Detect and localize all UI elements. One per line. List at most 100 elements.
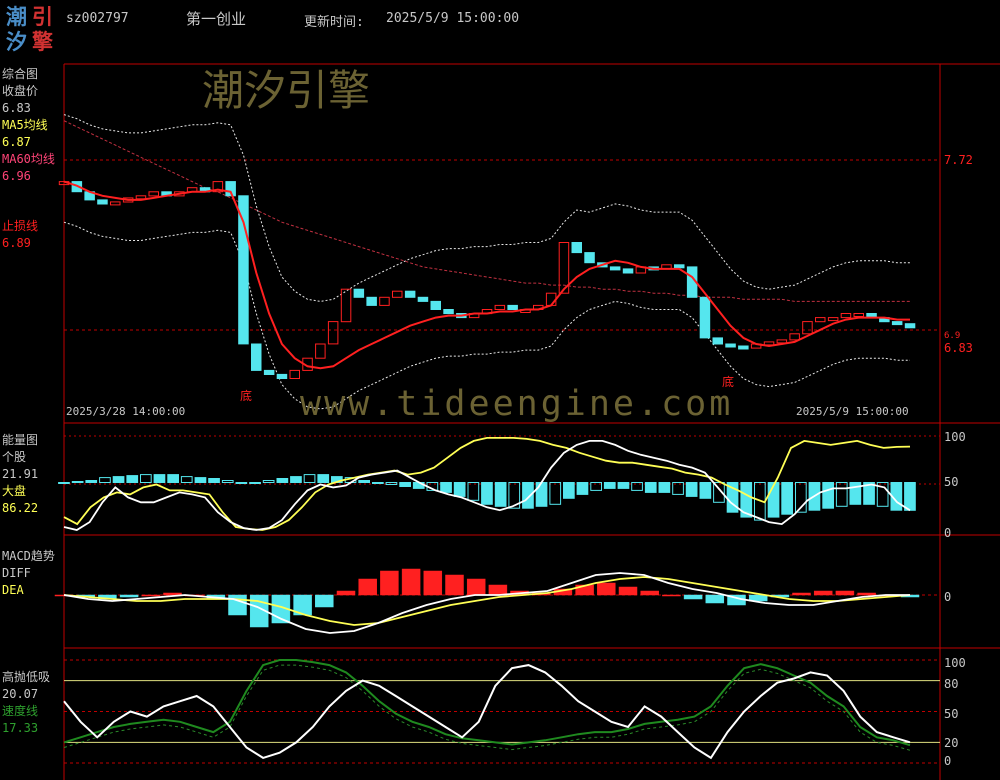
energy-bar <box>180 476 193 484</box>
energy-bar <box>467 482 480 501</box>
diff-label: DIFF <box>2 566 31 580</box>
market-energy-label: 大盘 <box>2 484 27 498</box>
macd-bar <box>813 590 833 596</box>
bottom-mark-1: 底 <box>240 389 253 403</box>
price-candle <box>891 321 903 326</box>
stop-label: 止损线 <box>2 219 39 233</box>
macd-bar <box>119 594 139 598</box>
price-candle <box>353 288 365 298</box>
speed-label: 速度线 <box>2 704 39 718</box>
price-candle <box>507 304 518 310</box>
p4-tick-50: 50 <box>944 707 959 721</box>
energy-bar <box>563 482 575 499</box>
speed-dashed-line <box>63 664 911 751</box>
energy-bar <box>317 474 330 484</box>
price-candle <box>789 333 800 341</box>
price-candle <box>417 296 429 302</box>
price-candle <box>315 343 326 359</box>
price-candle <box>622 268 634 274</box>
diff-line <box>63 572 910 634</box>
energy-bar <box>399 482 411 487</box>
dea-label: DEA <box>2 583 24 597</box>
panel2-title: 能量图 <box>2 433 39 447</box>
energy-bar <box>262 480 275 483</box>
energy-bar <box>535 482 548 507</box>
ma5-label: MA5均线 <box>2 118 48 132</box>
price-candle <box>738 345 749 350</box>
price-candle <box>853 313 864 317</box>
price-candle <box>609 266 621 271</box>
macd-bar <box>445 574 464 596</box>
macd-bar <box>423 570 443 596</box>
p4-tick-80: 80 <box>944 677 959 691</box>
price-candle <box>110 201 121 206</box>
p4-tick-20: 20 <box>944 736 959 750</box>
brand-watermark: 潮汐引擎 <box>202 66 371 115</box>
price-candle <box>340 288 352 323</box>
energy-bar <box>140 474 152 484</box>
price-candle <box>827 317 839 322</box>
stock-energy-label: 个股 <box>2 450 27 464</box>
price-candle <box>763 341 775 346</box>
energy-bar <box>303 474 316 484</box>
macd-bar <box>857 592 876 596</box>
price-candle <box>276 373 288 379</box>
stock-energy-value: 21.91 <box>2 467 39 481</box>
macd-bar <box>640 590 659 596</box>
price-candle <box>584 252 595 264</box>
macd-bar <box>662 594 681 597</box>
energy-bar <box>440 482 452 493</box>
close-label: 收盘价 <box>2 84 39 98</box>
energy-bar <box>194 477 207 484</box>
energy-bar <box>221 480 234 483</box>
price-candle <box>443 309 454 315</box>
price-candle <box>392 290 403 298</box>
energy-bar <box>99 477 111 484</box>
ma60-label: MA60均线 <box>2 152 55 166</box>
p2-tick-100: 100 <box>944 430 966 444</box>
axis-high-tick: 7.72 <box>944 153 973 167</box>
price-candle <box>289 369 300 379</box>
ma5-value: 6.87 <box>2 135 31 149</box>
macd-bar <box>358 578 377 596</box>
macd-bar <box>705 594 725 604</box>
panel1-title: 综合图 <box>2 67 39 81</box>
macd-bar <box>315 594 334 608</box>
energy-bar <box>58 482 70 484</box>
price-candle <box>571 242 582 254</box>
panel4-value: 20.07 <box>2 687 39 701</box>
energy-bar <box>699 482 712 499</box>
ma60-line <box>63 120 910 302</box>
energy-bar <box>276 478 289 483</box>
price-candle <box>97 199 108 205</box>
macd-bar <box>597 582 616 596</box>
price-candle <box>263 369 275 375</box>
energy-bar <box>781 482 793 515</box>
energy-bar <box>494 482 507 507</box>
macd-bar <box>618 586 638 596</box>
energy-bar <box>835 482 848 507</box>
price-candle <box>148 191 159 197</box>
price-candle <box>545 292 557 306</box>
energy-bar <box>372 482 384 484</box>
price-candle <box>674 264 685 269</box>
energy-bar <box>358 480 370 483</box>
p3-tick-0: 0 <box>944 590 952 604</box>
energy-bar <box>644 482 657 493</box>
close-value: 6.83 <box>2 101 31 115</box>
macd-bar <box>792 592 811 596</box>
price-candle <box>135 195 147 200</box>
end-date: 2025/5/9 15:00:00 <box>796 405 909 418</box>
energy-bar <box>685 482 698 497</box>
ma60-value: 6.96 <box>2 169 31 183</box>
price-candle <box>840 313 852 319</box>
price-candle <box>712 337 723 345</box>
price-candle <box>699 296 711 339</box>
energy-bar <box>549 482 562 505</box>
start-date: 2025/3/28 14:00:00 <box>66 405 186 418</box>
macd-bar <box>401 568 421 596</box>
upper-band-line <box>63 114 910 302</box>
energy-bar <box>290 476 302 484</box>
price-candle <box>815 317 826 323</box>
macd-bar <box>835 590 855 596</box>
